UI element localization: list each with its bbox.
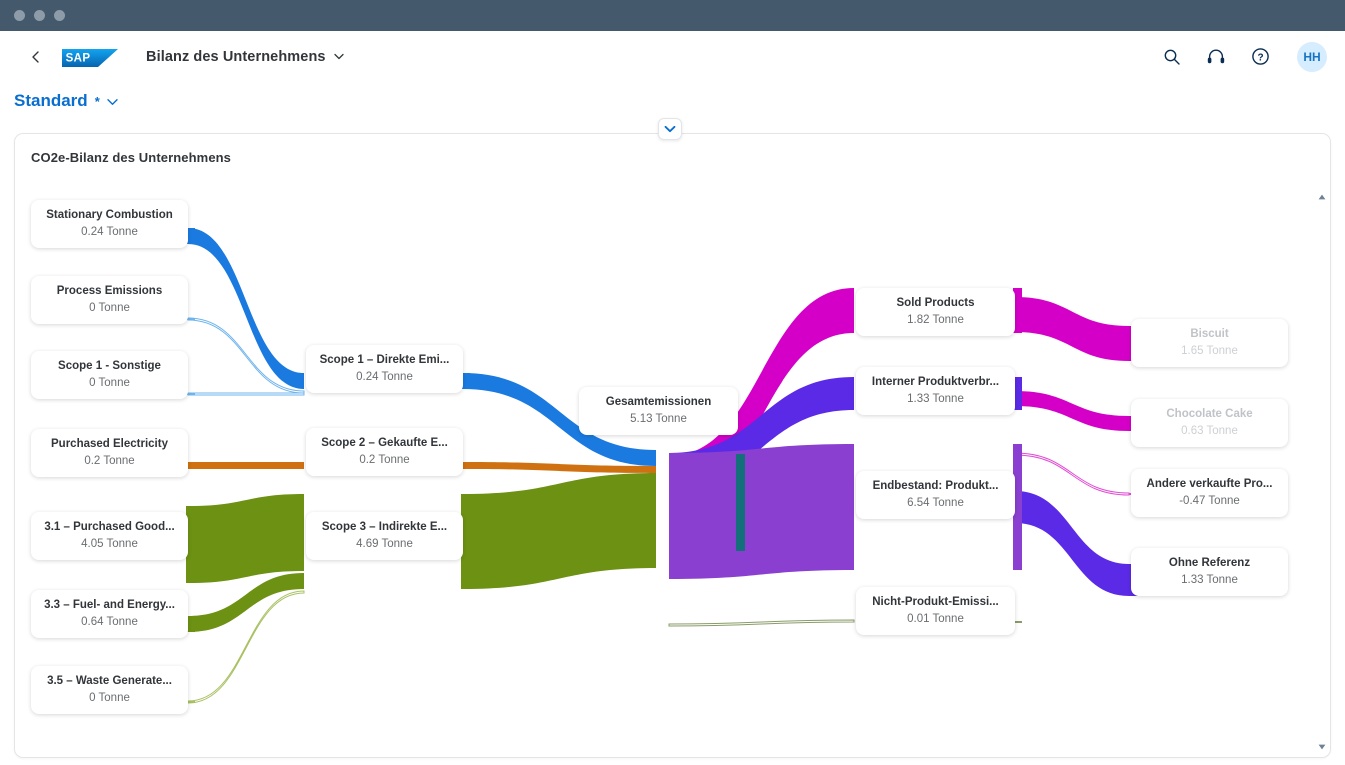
window-titlebar (0, 0, 1345, 31)
sankey-node-label: Nicht-Produkt-Emissi... (872, 595, 999, 608)
app-title[interactable]: Bilanz des Unternehmens (146, 49, 344, 65)
sankey-node-value: 1.82 Tonne (907, 314, 964, 326)
sankey-node-value: 4.05 Tonne (81, 538, 138, 550)
sankey-node-value: 1.33 Tonne (907, 393, 964, 405)
sankey-node-total[interactable]: Gesamtemissionen 5.13 Tonne (579, 387, 738, 435)
sankey-node-label: Ohne Referenz (1168, 556, 1251, 569)
sankey-node-endstock[interactable]: Endbestand: Produkt... 6.54 Tonne (856, 471, 1015, 519)
chevron-down-icon (664, 125, 676, 133)
window-maximize-dot[interactable] (54, 10, 65, 21)
sankey-svg (186, 228, 1138, 704)
sankey-node-value: 1.33 Tonne (1181, 574, 1238, 586)
search-icon[interactable] (1161, 46, 1183, 68)
sankey-node-scope1[interactable]: Scope 1 – Direkte Emi... 0.24 Tonne (306, 345, 463, 393)
sankey-node-waste35[interactable]: 3.5 – Waste Generate... 0 Tonne (31, 666, 188, 714)
sankey-node-label: Scope 2 – Gekaufte E... (321, 436, 448, 449)
sankey-node-scope1other[interactable]: Scope 1 - Sonstige 0 Tonne (31, 351, 188, 399)
help-icon[interactable]: ? (1249, 46, 1271, 68)
sankey-node-value: 4.69 Tonne (356, 538, 413, 550)
sankey-node-label: Sold Products (896, 296, 975, 309)
sankey-node-label: Process Emissions (56, 284, 163, 297)
sankey-link-electricity-to-scope2[interactable] (188, 462, 304, 469)
sankey-link-scope3-to-total[interactable] (463, 473, 656, 589)
app-title-text: Bilanz des Unternehmens (146, 48, 326, 65)
chevron-down-icon[interactable] (107, 95, 118, 109)
sap-logo[interactable]: SAP (62, 43, 120, 71)
sankey-link-scope1other-to-scope1[interactable] (187, 392, 305, 396)
sankey-node-biscuit[interactable]: Biscuit 1.65 Tonne (1131, 319, 1288, 367)
sankey-node-label: Endbestand: Produkt... (872, 479, 999, 492)
sankey-node-bar-total[interactable] (736, 454, 745, 551)
sankey-node-value: 0.24 Tonne (356, 371, 413, 383)
sankey-node-value: 0.2 Tonne (84, 455, 135, 467)
sankey-link-sold-to-choccake[interactable] (1015, 391, 1129, 431)
window-minimize-dot[interactable] (34, 10, 45, 21)
svg-text:SAP: SAP (66, 52, 91, 64)
sankey-node-sold[interactable]: Sold Products 1.82 Tonne (856, 288, 1015, 336)
sankey-node-value: 0.01 Tonne (907, 613, 964, 625)
sankey-node-label: Biscuit (1190, 327, 1229, 340)
collapse-filterbar-button[interactable] (658, 118, 682, 140)
headset-icon[interactable] (1205, 46, 1227, 68)
sankey-node-value: -0.47 Tonne (1179, 495, 1240, 507)
sankey-link-total-to-nonproduct[interactable] (668, 619, 855, 627)
sankey-node-label: Scope 1 - Sonstige (58, 359, 161, 372)
sankey-node-stationary[interactable]: Stationary Combustion 0.24 Tonne (31, 200, 188, 248)
chart-card: CO2e-Bilanz des Unternehmens Stationary … (14, 133, 1331, 758)
sankey-node-label: Chocolate Cake (1166, 407, 1253, 420)
sankey-node-scope2[interactable]: Scope 2 – Gekaufte E... 0.2 Tonne (306, 428, 463, 476)
sankey-node-label: 3.1 – Purchased Good... (44, 520, 175, 533)
sankey-node-value: 6.54 Tonne (907, 497, 964, 509)
sankey-node-internal[interactable]: Interner Produktverbr... 1.33 Tonne (856, 367, 1015, 415)
sankey-link-internal-to-noref[interactable] (1015, 491, 1129, 596)
sankey-node-value: 0.63 Tonne (1181, 425, 1238, 437)
chevron-down-icon[interactable] (333, 51, 344, 63)
sankey-node-value: 0.24 Tonne (81, 226, 138, 238)
sankey-link-total-to-endstock[interactable] (669, 444, 854, 579)
sankey-link-scope2-to-total[interactable] (463, 462, 656, 473)
variant-selector[interactable]: Standard * (14, 91, 118, 111)
sankey-link-sold-to-biscuit[interactable] (1015, 297, 1129, 361)
sankey-node-choccake[interactable]: Chocolate Cake 0.63 Tonne (1131, 399, 1288, 447)
sankey-node-label: Scope 3 – Indirekte E... (321, 520, 448, 533)
back-button[interactable] (22, 43, 50, 71)
sankey-node-label: Interner Produktverbr... (871, 375, 1000, 388)
sankey-node-othersold[interactable]: Andere verkaufte Pro... -0.47 Tonne (1131, 469, 1288, 517)
sankey-node-value: 0 Tonne (89, 302, 130, 314)
variant-modified-marker: * (94, 94, 100, 109)
sankey-node-noref[interactable]: Ohne Referenz 1.33 Tonne (1131, 548, 1288, 596)
shellbar-actions: ? HH (1161, 41, 1327, 72)
sankey-node-label: Stationary Combustion (46, 208, 173, 221)
variant-row: Standard * (0, 83, 1345, 119)
sankey-link-stationary-to-scope1[interactable] (188, 228, 304, 389)
avatar[interactable]: HH (1297, 41, 1327, 72)
sankey-link-endstock-to-othersold[interactable] (1014, 452, 1130, 496)
sankey-node-process[interactable]: Process Emissions 0 Tonne (31, 276, 188, 324)
sankey-node-value: 0 Tonne (89, 692, 130, 704)
sankey-chart: Stationary Combustion 0.24 Tonne Process E… (15, 134, 1330, 757)
sankey-node-value: 1.65 Tonne (1181, 345, 1238, 357)
svg-text:?: ? (1257, 52, 1263, 63)
sankey-node-value: 5.13 Tonne (630, 413, 687, 425)
sankey-link-goods31-to-scope3[interactable] (188, 494, 304, 583)
sankey-node-label: Purchased Electricity (51, 437, 168, 450)
shellbar: SAP Bilanz des Unternehmens ? HH (0, 31, 1345, 83)
sankey-node-value: 0.64 Tonne (81, 616, 138, 628)
sankey-node-label: 3.3 – Fuel- and Energy... (44, 598, 175, 611)
sankey-node-label: Scope 1 – Direkte Emi... (319, 353, 450, 366)
sankey-node-label: Andere verkaufte Pro... (1146, 477, 1273, 490)
sankey-node-label: 3.5 – Waste Generate... (47, 674, 172, 687)
sankey-node-fuel33[interactable]: 3.3 – Fuel- and Energy... 0.64 Tonne (31, 590, 188, 638)
sankey-node-label: Gesamtemissionen (605, 395, 712, 408)
window-close-dot[interactable] (14, 10, 25, 21)
sankey-node-nonproduct[interactable]: Nicht-Produkt-Emissi... 0.01 Tonne (856, 587, 1015, 635)
sankey-node-value: 0.2 Tonne (359, 454, 410, 466)
sankey-node-electricity[interactable]: Purchased Electricity 0.2 Tonne (31, 429, 188, 477)
sankey-node-value: 0 Tonne (89, 377, 130, 389)
variant-label: Standard (14, 91, 88, 110)
sankey-node-goods31[interactable]: 3.1 – Purchased Good... 4.05 Tonne (31, 512, 188, 560)
avatar-initials: HH (1303, 49, 1321, 64)
sankey-node-scope3[interactable]: Scope 3 – Indirekte E... 4.69 Tonne (306, 512, 463, 560)
